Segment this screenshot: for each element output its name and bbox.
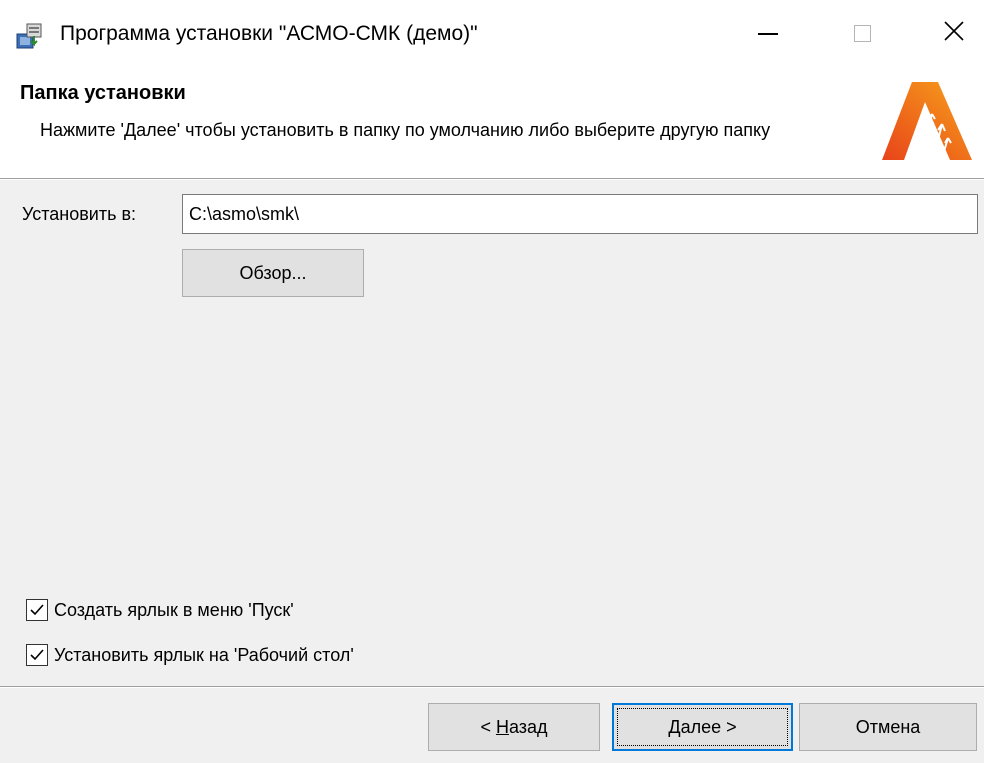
start-menu-shortcut-label: Создать ярлык в меню 'Пуск' — [54, 600, 294, 620]
installer-icon — [14, 20, 46, 52]
install-path-label: Установить в: — [22, 204, 137, 224]
minimize-button[interactable] — [736, 0, 800, 66]
title-bar[interactable]: Программа установки "АСМО-СМК (демо)" — [0, 0, 984, 66]
next-button-mnemonic: Д — [668, 716, 681, 737]
install-path-input[interactable] — [182, 194, 978, 234]
next-button-label: алее > — [680, 716, 737, 737]
desktop-shortcut-checkbox[interactable]: Установить ярлык на 'Рабочий стол' — [26, 641, 354, 669]
checkbox-box[interactable] — [26, 644, 48, 666]
next-button[interactable]: Далее > — [612, 703, 793, 751]
browse-button[interactable]: Обзор... — [182, 249, 364, 297]
checkmark-icon — [30, 649, 44, 661]
window-title: Программа установки "АСМО-СМК (демо)" — [60, 22, 478, 45]
back-button-mnemonic: Н — [495, 716, 509, 737]
back-button-label: азад — [508, 716, 548, 737]
maximize-icon — [853, 24, 871, 42]
desktop-shortcut-label: Установить ярлык на 'Рабочий стол' — [54, 645, 354, 665]
close-button[interactable] — [922, 0, 984, 66]
minimize-icon — [758, 33, 778, 35]
maximize-button[interactable] — [830, 0, 894, 66]
cancel-button[interactable]: Отмена — [799, 703, 977, 751]
footer-separator — [0, 686, 984, 688]
header-separator — [0, 178, 984, 180]
header-banner: Папка установки Нажмите 'Далее' чтобы ус… — [0, 66, 984, 178]
start-menu-shortcut-checkbox[interactable]: Создать ярлык в меню 'Пуск' — [26, 596, 294, 624]
installer-window: Программа установки "АСМО-СМК (демо)" Па… — [0, 0, 984, 763]
page-description: Нажмите 'Далее' чтобы установить в папку… — [40, 120, 771, 140]
back-button[interactable]: < Назад — [428, 703, 600, 751]
close-icon — [943, 20, 965, 47]
checkmark-icon — [30, 604, 44, 616]
checkbox-box[interactable] — [26, 599, 48, 621]
page-title: Папка установки — [20, 82, 186, 104]
back-button-prefix: < — [480, 716, 496, 737]
asmo-logo — [882, 76, 972, 166]
